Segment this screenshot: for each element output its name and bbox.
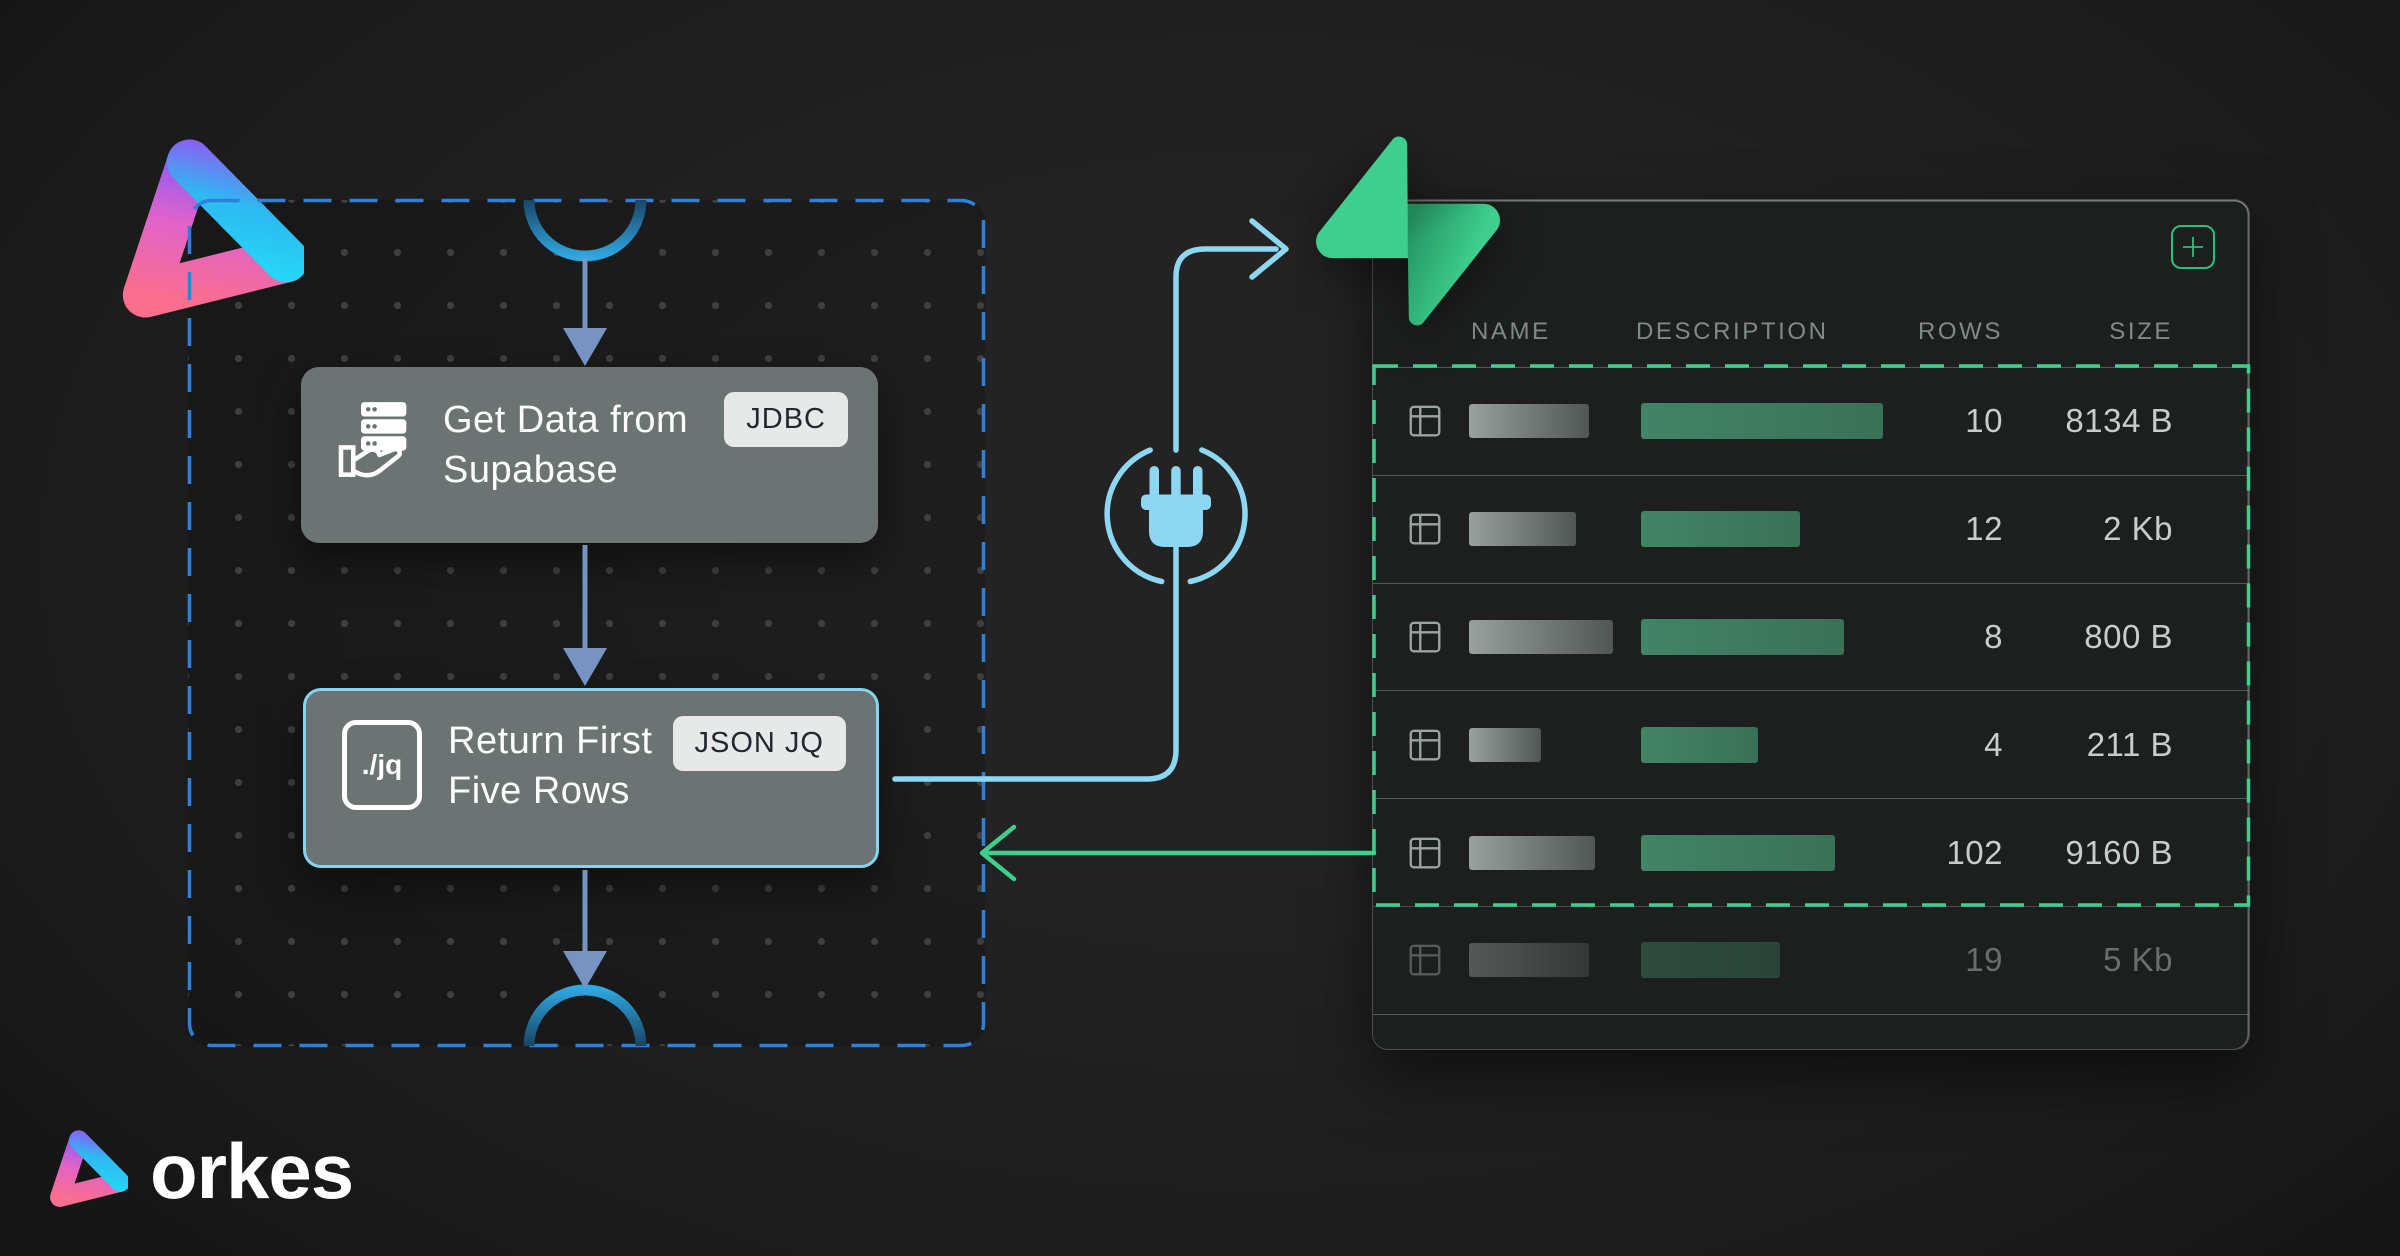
row-size: 800 B [2017,618,2173,656]
rows-count: 8 [1873,618,2003,656]
orkes-brand: orkes [42,1128,353,1214]
description-placeholder-bar [1641,727,1758,763]
workflow-canvas[interactable] [188,200,985,1046]
table-row[interactable]: 12 2 Kb [1373,476,2249,584]
table-icon [1406,508,1444,550]
rows-count: 19 [1873,941,2003,979]
add-table-button[interactable] [2171,225,2215,269]
task-node-get-data[interactable]: Get Data from Supabase JDBC [301,367,878,543]
table-icon [1406,724,1444,766]
name-placeholder-bar [1469,512,1576,546]
row-size: 8134 B [2017,402,2173,440]
rows-count: 4 [1873,726,2003,764]
orkes-wordmark: orkes [150,1132,353,1210]
result-arrow-to-node [982,827,1374,879]
rows-count: 10 [1873,402,2003,440]
table-row[interactable]: 8 800 B [1373,584,2249,692]
name-placeholder-bar [1469,404,1589,438]
task-type-badge: JDBC [724,392,848,447]
row-size: 5 Kb [2017,941,2173,979]
task-node-return-rows[interactable]: ./jq Return First Five Rows JSON JQ [303,688,879,868]
rows-count: 12 [1873,510,2003,548]
column-header-description: DESCRIPTION [1636,318,1829,346]
table-icon [1406,400,1444,442]
table-row[interactable]: 4 211 B [1373,691,2249,799]
description-placeholder-bar [1641,511,1800,547]
rows-count: 102 [1873,834,2003,872]
name-placeholder-bar [1469,620,1613,654]
description-placeholder-bar [1641,942,1780,978]
supabase-table-panel: NAME DESCRIPTION ROWS SIZE 108134 B122 K… [1372,199,2250,1050]
name-placeholder-bar [1469,943,1589,977]
orkes-logo [104,134,304,339]
jq-icon: ./jq [342,720,422,810]
node-title: Return First Five Rows [448,716,652,816]
name-placeholder-bar [1469,836,1595,870]
description-placeholder-bar [1641,403,1883,439]
plug-icon [1141,466,1211,547]
canvas: Get Data from Supabase JDBC ./jq Return … [0,0,2400,1256]
node-title: Get Data from Supabase [443,395,688,495]
table-row[interactable]: 102 9160 B [1373,799,2249,907]
supabase-logo [1316,136,1500,332]
database-hand-icon [337,399,417,486]
table-row[interactable]: 19 5 Kb [1373,907,2249,1015]
arrow-to-supabase [1252,221,1286,277]
plug-circle [1107,450,1245,582]
table-row[interactable]: 10 8134 B [1373,368,2249,476]
row-size: 211 B [2017,726,2173,764]
table-icon [1406,832,1444,874]
description-placeholder-bar [1641,835,1835,871]
orkes-logo-small [42,1128,128,1214]
table-icon [1406,616,1444,658]
description-placeholder-bar [1641,619,1844,655]
task-type-badge: JSON JQ [673,716,846,771]
column-header-size: SIZE [2017,318,2173,346]
plus-icon [2180,234,2206,260]
row-size: 2 Kb [2017,510,2173,548]
name-placeholder-bar [1469,728,1541,762]
column-header-rows: ROWS [1873,318,2003,346]
table-icon [1406,939,1444,981]
row-size: 9160 B [2017,834,2173,872]
table-rows: 10 8134 B 12 2 Kb 8 800 B 4 211 B 102 9160 B 19 5 K… [1373,367,2249,1015]
